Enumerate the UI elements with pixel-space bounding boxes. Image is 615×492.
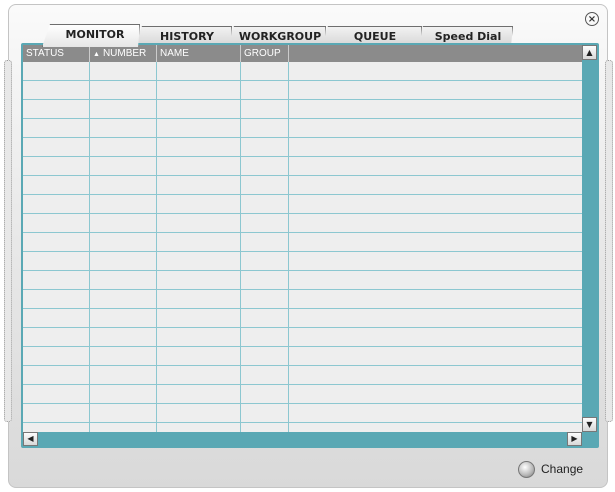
column-label: NUMBER [102,48,147,59]
row-divider [23,384,582,385]
column-header-group[interactable]: GROUP [241,45,289,62]
row-divider [23,194,582,195]
column-label: NAME [160,48,189,59]
row-divider [23,422,582,423]
monitor-table: STATUS ▲ NUMBER NAME GROUP ▲ ▼ ◀ ▶ [21,43,599,448]
change-button[interactable]: Change [518,459,583,479]
row-divider [23,80,582,81]
column-header-status[interactable]: STATUS [23,45,90,62]
monitor-window: × Speed Dial QUEUE WORKGROUP HISTORY MON… [0,0,615,492]
row-divider [23,118,582,119]
row-divider [23,232,582,233]
row-divider [23,403,582,404]
row-divider [23,175,582,176]
column-label: GROUP [244,48,281,59]
tab-label: QUEUE [353,30,397,43]
tab-label: MONITOR [65,28,125,41]
row-divider [23,289,582,290]
column-label: STATUS [26,48,64,59]
row-divider [23,308,582,309]
row-divider [23,365,582,366]
change-label: Change [541,462,584,476]
left-resize-grip[interactable] [4,60,12,422]
row-divider [23,137,582,138]
column-header-name[interactable]: NAME [157,45,241,62]
close-icon[interactable]: × [585,12,599,26]
table-grid: STATUS ▲ NUMBER NAME GROUP [23,45,582,432]
scroll-right-icon[interactable]: ▶ [567,432,582,446]
scroll-left-icon[interactable]: ◀ [23,432,38,446]
row-divider [23,251,582,252]
change-icon [518,460,535,478]
right-resize-grip[interactable] [605,60,613,422]
row-divider [23,346,582,347]
column-header-number[interactable]: ▲ NUMBER [90,45,157,62]
row-divider [23,99,582,100]
tab-monitor[interactable]: MONITOR [42,24,140,47]
table-body[interactable] [23,62,582,432]
row-divider [23,156,582,157]
scroll-up-icon[interactable]: ▲ [582,45,597,60]
table-header: STATUS ▲ NUMBER NAME GROUP [23,45,582,62]
tab-bar: Speed Dial QUEUE WORKGROUP HISTORY MONIT… [18,24,578,45]
tab-label: HISTORY [160,30,214,43]
row-divider [23,270,582,271]
tab-label: Speed Dial [434,30,502,43]
scroll-down-icon[interactable]: ▼ [582,417,597,432]
row-divider [23,327,582,328]
scrollbar-corner [582,432,597,446]
column-header-filler [289,45,582,62]
sort-ascending-icon: ▲ [93,51,100,58]
horizontal-scrollbar[interactable]: ◀ ▶ [23,432,582,446]
tab-label: WORKGROUP [238,30,322,43]
vertical-scrollbar[interactable]: ▲ ▼ [582,45,597,432]
row-divider [23,213,582,214]
